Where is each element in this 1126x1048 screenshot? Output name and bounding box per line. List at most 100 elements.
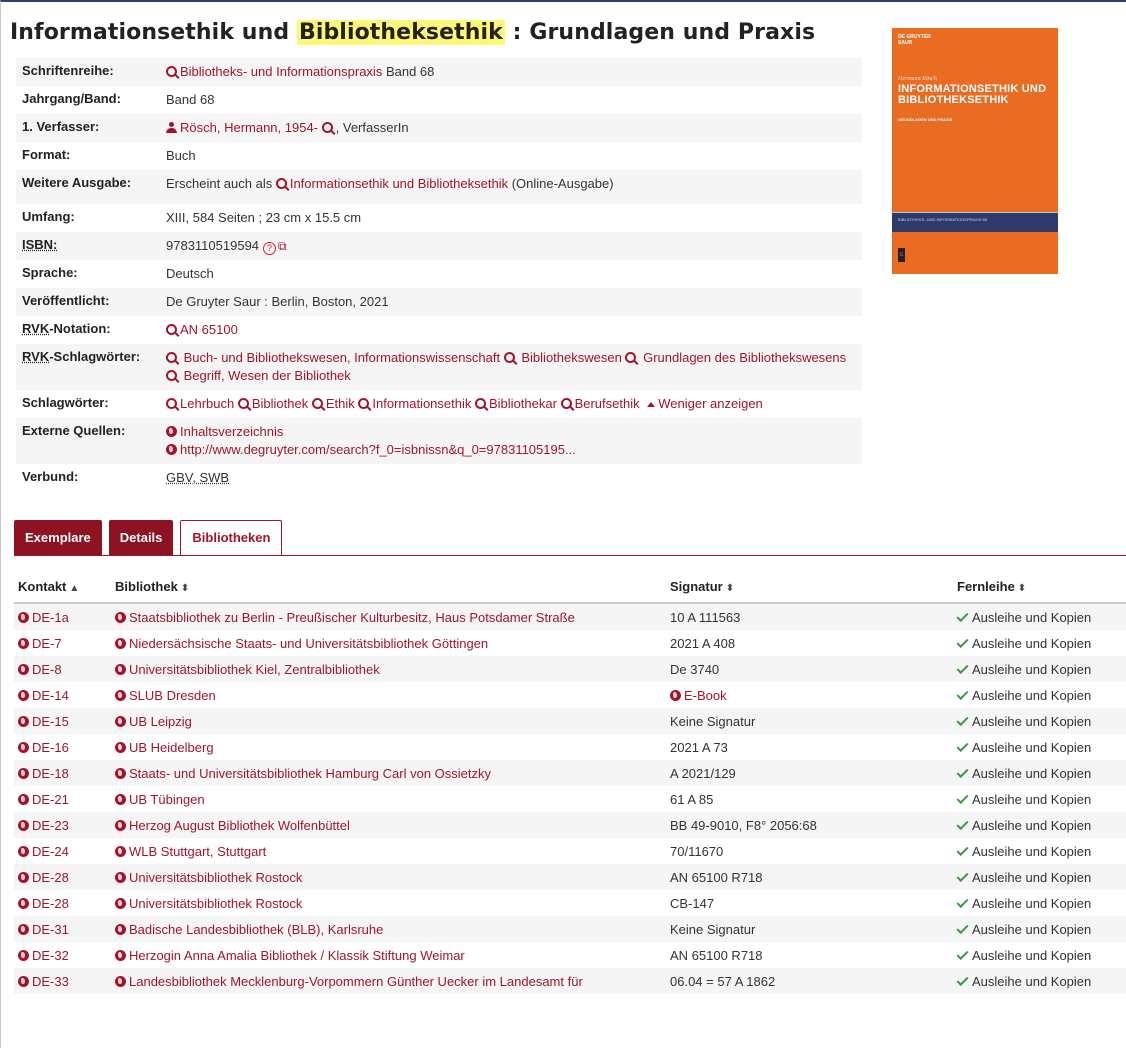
signatur-cell: 10 A 111563 bbox=[670, 609, 741, 625]
check-icon bbox=[956, 713, 969, 726]
show-less-link[interactable]: Weniger anzeigen bbox=[643, 396, 763, 411]
globe-icon bbox=[115, 663, 126, 675]
kontakt-cell[interactable]: DE-8 bbox=[14, 662, 115, 677]
meta-row-weitere-ausgabe: Weitere Ausgabe: Erscheint auch als Info… bbox=[16, 170, 862, 204]
rvk-keyword-link[interactable]: Grundlagen des Bibliothekswesens bbox=[625, 350, 846, 365]
meta-label: RVK-Notation: bbox=[22, 321, 111, 336]
header-signatur[interactable]: Signatur ⬍ bbox=[670, 579, 957, 594]
keyword-link[interactable]: Berufsethik bbox=[560, 396, 640, 411]
sort-icon: ⬍ bbox=[725, 582, 735, 594]
bibliothek-cell[interactable]: Niedersächsische Staats- und Universität… bbox=[115, 636, 670, 651]
kontakt-cell[interactable]: DE-18 bbox=[14, 766, 115, 781]
keyword-link[interactable]: Bibliothekar bbox=[475, 396, 557, 411]
search-icon bbox=[237, 398, 249, 409]
table-row: DE-32 Herzogin Anna Amalia Bibliothek / K… bbox=[14, 942, 1126, 968]
title-highlight: Bibliotheksethik bbox=[296, 20, 505, 45]
search-icon bbox=[311, 398, 323, 409]
meta-row-verbund: Verbund: GBV, SWB bbox=[16, 464, 862, 492]
meta-row-isbn: ISBN: 9783110519594? ⧉ bbox=[16, 232, 862, 260]
header-kontakt[interactable]: Kontakt ▲ bbox=[14, 579, 115, 594]
isbn-value: 9783110519594 bbox=[166, 238, 260, 253]
bibliothek-cell[interactable]: SLUB Dresden bbox=[115, 688, 670, 703]
kontakt-cell[interactable]: DE-33 bbox=[14, 974, 115, 989]
search-icon bbox=[166, 398, 177, 409]
check-icon bbox=[956, 817, 969, 830]
kontakt-cell[interactable]: DE-21 bbox=[14, 792, 115, 807]
table-row: DE-18 Staats- und Universitätsbibliothek … bbox=[14, 760, 1126, 786]
check-icon bbox=[956, 739, 969, 752]
kontakt-cell[interactable]: DE-23 bbox=[14, 818, 115, 833]
meta-value: Erscheint auch als Informationsethik und… bbox=[166, 176, 614, 191]
globe-icon bbox=[115, 715, 126, 727]
bibliothek-cell[interactable]: Staats- und Universitätsbibliothek Hambu… bbox=[115, 766, 670, 781]
meta-label: Verbund: bbox=[22, 469, 79, 484]
verbund-value[interactable]: GBV, SWB bbox=[166, 470, 229, 485]
keyword-link[interactable]: Lehrbuch bbox=[166, 396, 234, 411]
rvk-keyword-link[interactable]: Bibliothekswesen bbox=[503, 350, 622, 365]
bibliothek-cell[interactable]: Herzogin Anna Amalia Bibliothek / Klassi… bbox=[115, 948, 670, 963]
kontakt-cell[interactable]: DE-28 bbox=[14, 870, 115, 885]
tab-exemplare[interactable]: Exemplare bbox=[14, 520, 102, 556]
kontakt-cell[interactable]: DE-1a bbox=[14, 610, 115, 625]
globe-icon bbox=[115, 819, 126, 831]
bibliothek-cell[interactable]: Badische Landesbibliothek (BLB), Karlsru… bbox=[115, 922, 670, 937]
page-title: Informationsethik und Bibliotheksethik :… bbox=[10, 20, 815, 45]
bibliothek-cell[interactable]: Universitätsbibliothek Kiel, Zentralbibl… bbox=[115, 662, 670, 677]
bibliothek-cell[interactable]: UB Tübingen bbox=[115, 792, 670, 807]
keyword-link[interactable]: Bibliothek bbox=[237, 396, 308, 411]
signatur-cell: 70/11670 bbox=[670, 843, 724, 859]
bibliothek-cell[interactable]: UB Leipzig bbox=[115, 714, 670, 729]
bibliothek-cell[interactable]: WLB Stuttgart, Stuttgart bbox=[115, 844, 670, 859]
rvk-keyword-link[interactable]: Buch- und Bibliothekswesen, Informations… bbox=[166, 350, 500, 365]
bibliothek-cell[interactable]: Universitätsbibliothek Rostock bbox=[115, 896, 670, 911]
fernleihe-cell: Ausleihe und Kopien bbox=[956, 895, 1126, 911]
schriftenreihe-link[interactable]: Bibliotheks- und Informationspraxis bbox=[166, 64, 382, 79]
kontakt-cell[interactable]: DE-31 bbox=[14, 922, 115, 937]
check-icon bbox=[956, 843, 969, 856]
header-fernleihe[interactable]: Fernleihe ⬍ bbox=[957, 579, 1126, 594]
cover-subtitle: GRUNDLAGEN UND PRAXIS bbox=[898, 117, 953, 122]
tab-details[interactable]: Details bbox=[108, 520, 174, 556]
book-cover[interactable]: DE GRUYTER SAUR Hermann Rösch INFORMATION… bbox=[892, 28, 1058, 274]
bibliothek-cell[interactable]: Landesbibliothek Mecklenburg-Vorpommern … bbox=[115, 974, 670, 989]
availability-icon[interactable]: ? bbox=[263, 242, 277, 255]
table-row: DE-15 UB Leipzig Keine Signatur Ausleihe un… bbox=[14, 708, 1126, 734]
globe-icon bbox=[166, 426, 177, 437]
signatur-cell: BB 49-9010, F8° 2056:68 bbox=[670, 817, 817, 833]
check-icon bbox=[956, 947, 969, 960]
user-icon bbox=[166, 122, 177, 133]
external-link-publisher[interactable]: http://www.degruyter.com/search?f_0=isbn… bbox=[166, 442, 576, 457]
keyword-link[interactable]: Ethik bbox=[311, 396, 355, 411]
kontakt-cell[interactable]: DE-14 bbox=[14, 688, 115, 703]
signatur-cell: Keine Signatur bbox=[670, 713, 756, 729]
search-icon bbox=[166, 370, 177, 381]
copy-icon[interactable]: ⧉ bbox=[278, 237, 287, 255]
meta-label: Sprache: bbox=[22, 265, 78, 280]
search-icon[interactable] bbox=[321, 122, 333, 133]
kontakt-cell[interactable]: DE-28 bbox=[14, 896, 115, 911]
author-link[interactable]: Rösch, Hermann, 1954- bbox=[166, 120, 318, 135]
kontakt-cell[interactable]: DE-24 bbox=[14, 844, 115, 859]
header-bibliothek[interactable]: Bibliothek ⬍ bbox=[115, 579, 670, 594]
keyword-link[interactable]: Informationsethik bbox=[358, 396, 471, 411]
bibliothek-cell[interactable]: UB Heidelberg bbox=[115, 740, 670, 755]
signatur-cell[interactable]: E-Book bbox=[670, 688, 957, 703]
bibliothek-cell[interactable]: Universitätsbibliothek Rostock bbox=[115, 870, 670, 885]
check-icon bbox=[956, 973, 969, 986]
kontakt-cell[interactable]: DE-15 bbox=[14, 714, 115, 729]
kontakt-cell[interactable]: DE-7 bbox=[14, 636, 115, 651]
check-icon bbox=[956, 791, 969, 804]
bibliothek-cell[interactable]: Staatsbibliothek zu Berlin - Preußischer… bbox=[115, 610, 670, 625]
bibliothek-cell[interactable]: Herzog August Bibliothek Wolfenbüttel bbox=[115, 818, 670, 833]
caret-up-icon bbox=[647, 402, 656, 407]
kontakt-cell[interactable]: DE-32 bbox=[14, 948, 115, 963]
cover-publisher-logo: G bbox=[898, 248, 905, 262]
tab-bibliotheken[interactable]: Bibliotheken bbox=[180, 520, 283, 556]
meta-value: De Gruyter Saur : Berlin, Boston, 2021 bbox=[166, 294, 389, 309]
weitere-ausgabe-link[interactable]: Informationsethik und Bibliotheksethik bbox=[275, 176, 508, 191]
external-link-toc[interactable]: Inhaltsverzeichnis bbox=[166, 424, 283, 439]
rvk-keyword-link[interactable]: Begriff, Wesen der Bibliothek bbox=[166, 368, 351, 383]
globe-icon bbox=[18, 845, 29, 857]
rvk-notation-link[interactable]: AN 65100 bbox=[166, 322, 238, 337]
kontakt-cell[interactable]: DE-16 bbox=[14, 740, 115, 755]
